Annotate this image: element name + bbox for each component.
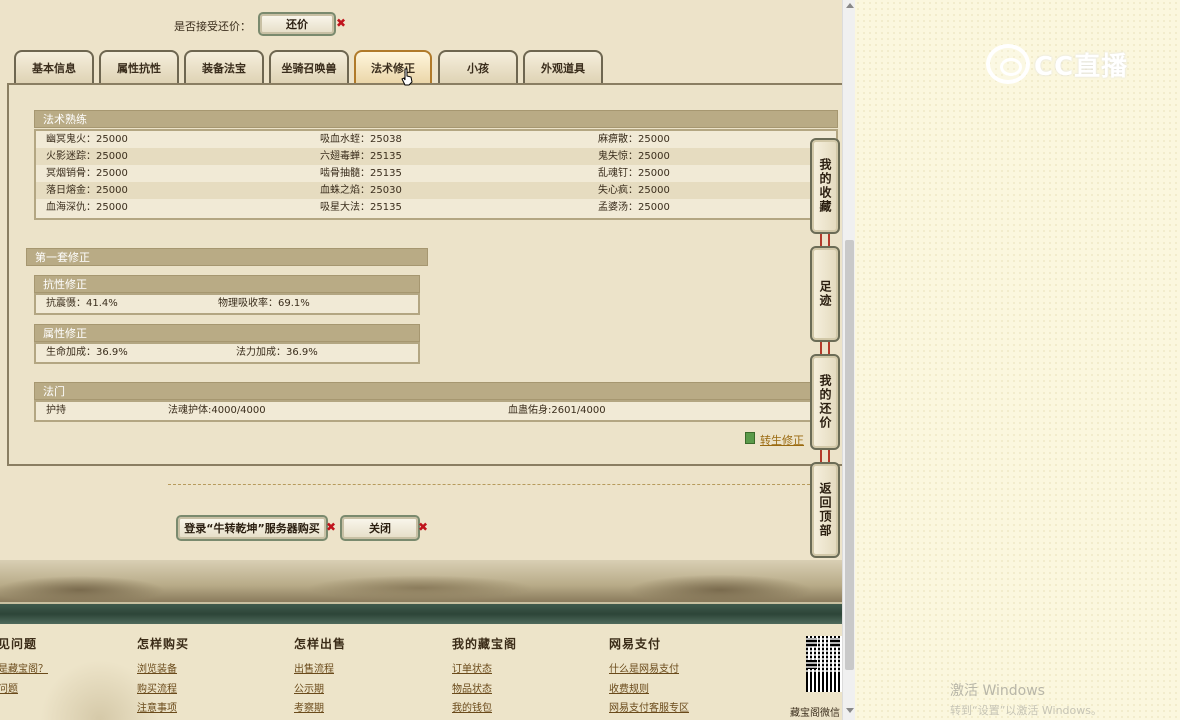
footer-link[interactable]: 物品状态 [452,680,492,695]
tab-appearance[interactable]: 外观道具 [523,50,603,84]
fumen-header: 法门 [34,382,838,400]
cc-logo-text: CC直播 [1034,51,1129,82]
table-row: 血海深仇：25000 吸星大法：25135 孟婆汤：25000 [46,202,670,213]
footer-link[interactable]: 考察期 [294,699,324,714]
tab-attributes[interactable]: 属性抗性 [99,50,179,84]
accept-counter-label: 是否接受还价： [174,20,251,33]
footer-link[interactable]: 是藏宝阁？ [0,660,48,675]
vertical-scrollbar[interactable] [842,0,855,720]
footer-col-title: 网易支付 [609,637,662,651]
tab-spell-correction[interactable]: 法术修正 [354,50,432,84]
browser-viewport: 是否接受还价： 还价 ✖ 基本信息 属性抗性 装备法宝 坐骑召唤兽 法术修正 小… [0,0,842,720]
qr-label: 藏宝阁微信 [790,708,840,719]
scroll-down-icon[interactable] [846,708,854,713]
footer-link[interactable]: 浏览装备 [137,660,177,675]
spell-mastery-header: 法术熟练 [34,110,838,128]
footer-link[interactable]: 公示期 [294,680,324,695]
scroll-up-icon[interactable] [846,3,854,8]
footer-link[interactable]: 什么是网易支付 [609,660,679,675]
footer-col-title: 怎样购买 [137,637,190,651]
footer-link[interactable]: 出售流程 [294,660,334,675]
side-connector [820,450,830,462]
desktop-background [855,0,1180,720]
close-x-icon: ✖ [418,520,429,534]
footer-col-title: 怎样出售 [294,637,347,651]
footer-link[interactable]: 问题 [0,680,18,695]
footer-col-title: 见问题 [0,637,38,651]
table-row: 护持 法魂护体:4000/4000 血蛊佑身:2601/4000 [46,405,606,416]
cc-live-watermark: CC直播 [986,42,1146,86]
tab-mounts-pets[interactable]: 坐骑召唤兽 [269,50,349,84]
close-button[interactable]: 关闭 [340,515,420,541]
set-one-header: 第一套修正 [26,248,428,266]
scroll-thumb[interactable] [845,240,854,670]
table-row: 生命加成：36.9% 法力加成：36.9% [46,347,318,358]
dotted-divider [168,484,810,485]
footer-link[interactable]: 收费规则 [609,680,649,695]
login-purchase-button[interactable]: 登录“牛转乾坤”服务器购买 [176,515,328,541]
hand-cursor-icon [401,68,413,86]
table-row: 落日熔金：25000 血蛛之焰：25030 失心疯：25000 [36,182,836,199]
table-row: 冥烟销骨：25000 啮骨抽髓：25135 乱魂钉：25000 [46,168,670,179]
side-connector [820,234,830,246]
footer-link[interactable]: 订单状态 [452,660,492,675]
side-my-favorites-button[interactable]: 我的收藏 [810,138,840,234]
footer-link[interactable]: 购买流程 [137,680,177,695]
mountain-banner [0,560,842,602]
side-my-counter-offers-button[interactable]: 我的还价 [810,354,840,450]
footer-link[interactable]: 我的钱包 [452,699,492,714]
tab-children[interactable]: 小孩 [438,50,518,84]
calculator-icon [745,432,755,444]
footer-link[interactable]: 注意事项 [137,699,177,714]
attr-correction-header: 属性修正 [34,324,420,342]
footer-col-title: 我的藏宝阁 [452,637,518,651]
windows-activation-watermark: 激活 Windows [950,683,1045,699]
close-x-icon: ✖ [326,520,337,534]
windows-activation-hint: 转到“设置”以激活 Windows。 [950,704,1102,717]
side-footprints-button[interactable]: 足迹 [810,246,840,342]
rebirth-correction-link[interactable]: 转生修正 [760,432,804,448]
table-row: 抗震慑：41.4% 物理吸收率：69.1% [46,298,310,309]
close-x-icon: ✖ [336,16,347,30]
tab-equipment[interactable]: 装备法宝 [184,50,264,84]
table-row: 火影迷踪：25000 六翅毒蝉：25135 鬼失惊：25000 [36,148,836,165]
resist-correction-header: 抗性修正 [34,275,420,293]
qr-code-texture [806,636,842,672]
cc-logo-icon [986,44,1030,84]
counter-offer-button[interactable]: 还价 [258,12,336,36]
tab-basic-info[interactable]: 基本信息 [14,50,94,84]
footer-link[interactable]: 网易支付客服专区 [609,699,689,714]
table-row: 幽冥鬼火：25000 吸血水蛭：25038 麻痹散：25000 [46,134,670,145]
side-back-to-top-button[interactable]: 返回顶部 [810,462,840,558]
side-connector [820,342,830,354]
footer-bar [0,602,842,624]
